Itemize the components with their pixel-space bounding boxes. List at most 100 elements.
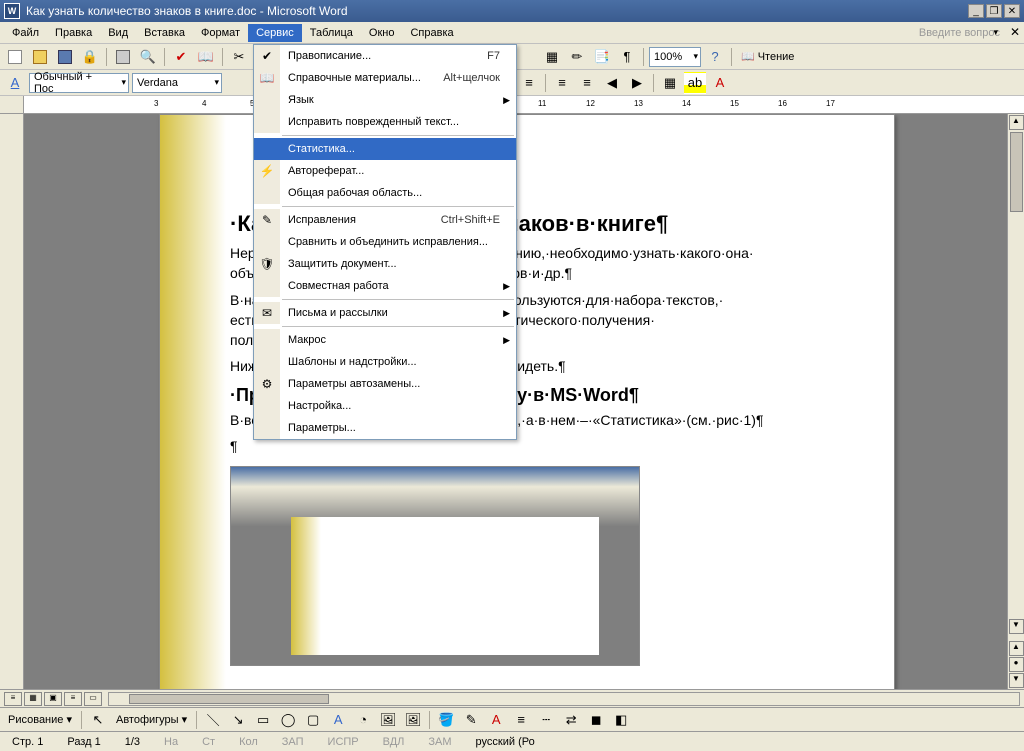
menu-item-параметры[interactable]: Параметры... xyxy=(254,417,516,439)
status-language[interactable]: русский (Ро xyxy=(470,736,541,748)
3d-button[interactable]: ◧ xyxy=(610,709,632,731)
menu-item-общая-рабочая-область[interactable]: Общая рабочая область... xyxy=(254,182,516,204)
status-mode-ovr[interactable]: ЗАМ xyxy=(422,736,457,748)
menu-help[interactable]: Справка xyxy=(402,24,461,42)
dash-style-button[interactable]: ┄ xyxy=(535,709,557,731)
research-button[interactable]: 📖 xyxy=(195,46,217,68)
increase-indent-button[interactable]: ▶ xyxy=(626,72,648,94)
drawing-toggle-button[interactable]: ✏ xyxy=(566,46,588,68)
scroll-down-button[interactable]: ▼ xyxy=(1009,619,1024,634)
reading-view-button[interactable]: ▭ xyxy=(84,692,102,706)
borders-button[interactable]: ▦ xyxy=(659,72,681,94)
status-mode-trk[interactable]: ИСПР xyxy=(322,736,365,748)
status-mode-ext[interactable]: ВДЛ xyxy=(377,736,411,748)
clipart-button[interactable]: 🖼 xyxy=(377,709,399,731)
bullets-button[interactable]: ≡ xyxy=(576,72,598,94)
scroll-up-button[interactable]: ▲ xyxy=(1009,115,1024,130)
line-color-button[interactable]: ✎ xyxy=(460,709,482,731)
maximize-button[interactable]: ❐ xyxy=(986,4,1002,18)
menu-item-сравнить-и-объединить-исправления[interactable]: Сравнить и объединить исправления... xyxy=(254,231,516,253)
styles-pane-button[interactable]: A xyxy=(4,72,26,94)
picture-button[interactable]: 🖼 xyxy=(402,709,424,731)
new-doc-button[interactable] xyxy=(4,46,26,68)
select-objects-button[interactable]: ↖ xyxy=(87,709,109,731)
help-search-box[interactable]: Введите вопрос xyxy=(919,27,1020,39)
decrease-indent-button[interactable]: ◀ xyxy=(601,72,623,94)
scroll-thumb[interactable] xyxy=(1010,132,1023,212)
menu-item-совместная-работа[interactable]: Совместная работа▶ xyxy=(254,275,516,297)
menu-item-справочные-материалы[interactable]: 📖Справочные материалы...Alt+щелчок xyxy=(254,67,516,89)
save-button[interactable] xyxy=(54,46,76,68)
print-button[interactable] xyxy=(112,46,134,68)
wordart-button[interactable]: A xyxy=(327,709,349,731)
menu-window[interactable]: Окно xyxy=(361,24,403,42)
normal-view-button[interactable]: ≡ xyxy=(4,692,22,706)
menu-item-параметры-автозамены[interactable]: ⚙Параметры автозамены... xyxy=(254,373,516,395)
close-button[interactable]: ✕ xyxy=(1004,4,1020,18)
diagram-button[interactable]: ◔ xyxy=(352,709,374,731)
autoshapes-menu[interactable]: Автофигуры ▾ xyxy=(112,713,191,726)
menu-item-шаблоны-и-надстройки[interactable]: Шаблоны и надстройки... xyxy=(254,351,516,373)
style-combo[interactable]: Обычный + Пос xyxy=(29,73,129,93)
status-mode-rec[interactable]: ЗАП xyxy=(276,736,310,748)
horizontal-scrollbar[interactable] xyxy=(108,692,1020,706)
rectangle-button[interactable]: ▭ xyxy=(252,709,274,731)
line-spacing-button[interactable]: ≡ xyxy=(518,72,540,94)
menu-item-защитить-документ[interactable]: 🛡Защитить документ... xyxy=(254,253,516,275)
line-button[interactable]: ＼ xyxy=(202,709,224,731)
font-combo[interactable]: Verdana xyxy=(132,73,222,93)
zoom-combo[interactable]: 100% xyxy=(649,47,701,67)
help-button[interactable]: ? xyxy=(704,46,726,68)
font-color-draw-button[interactable]: A xyxy=(485,709,507,731)
menu-item-письма-и-рассылки[interactable]: ✉Письма и рассылки▶ xyxy=(254,302,516,324)
menu-table[interactable]: Таблица xyxy=(302,24,361,42)
prev-page-button[interactable]: ▲ xyxy=(1009,641,1024,656)
oval-button[interactable]: ◯ xyxy=(277,709,299,731)
reading-mode-button[interactable]: 📖 Чтение xyxy=(737,50,798,63)
menu-insert[interactable]: Вставка xyxy=(136,24,193,42)
font-color-button[interactable]: A xyxy=(709,72,731,94)
menu-item-язык[interactable]: Язык▶ xyxy=(254,89,516,111)
minimize-button[interactable]: _ xyxy=(968,4,984,18)
outline-view-button[interactable]: ≡ xyxy=(64,692,82,706)
next-page-button[interactable]: ▼ xyxy=(1009,673,1024,688)
show-marks-button[interactable]: ¶ xyxy=(616,46,638,68)
print-preview-button[interactable]: 🔍 xyxy=(137,46,159,68)
menu-file[interactable]: Файл xyxy=(4,24,47,42)
highlight-button[interactable]: ab xyxy=(684,72,706,94)
arrow-button[interactable]: ↘ xyxy=(227,709,249,731)
document-scroll[interactable]: ·Как·узнать·количество·знаков·в·книге¶ Н… xyxy=(24,114,1024,689)
close-document-button[interactable]: ✕ xyxy=(1010,25,1020,39)
document-map-button[interactable]: 📑 xyxy=(591,46,613,68)
columns-button[interactable]: ▦ xyxy=(541,46,563,68)
menu-item-настройка[interactable]: Настройка... xyxy=(254,395,516,417)
vertical-ruler[interactable] xyxy=(0,114,24,689)
drawing-menu[interactable]: Рисование ▾ xyxy=(4,713,76,726)
menu-item-исправить-поврежденный-текст[interactable]: Исправить поврежденный текст... xyxy=(254,111,516,133)
menu-edit[interactable]: Правка xyxy=(47,24,100,42)
hscroll-thumb[interactable] xyxy=(129,694,329,704)
embedded-screenshot-image[interactable] xyxy=(230,466,640,666)
help-dropdown-icon[interactable]: ▾ xyxy=(993,27,998,38)
vertical-scrollbar[interactable]: ▲ ▼ ▲ ● ▼ xyxy=(1007,114,1024,689)
line-style-button[interactable]: ≡ xyxy=(510,709,532,731)
print-view-button[interactable]: ▣ xyxy=(44,692,62,706)
menu-item-макрос[interactable]: Макрос▶ xyxy=(254,329,516,351)
open-button[interactable] xyxy=(29,46,51,68)
menu-format[interactable]: Формат xyxy=(193,24,248,42)
fill-color-button[interactable]: 🪣 xyxy=(435,709,457,731)
permission-button[interactable]: 🔒 xyxy=(79,46,101,68)
menu-item-статистика[interactable]: Статистика... xyxy=(254,138,516,160)
menu-item-исправления[interactable]: ✎ИсправленияCtrl+Shift+E xyxy=(254,209,516,231)
browse-object-button[interactable]: ● xyxy=(1009,657,1024,672)
arrow-style-button[interactable]: ⇄ xyxy=(560,709,582,731)
cut-button[interactable]: ✂ xyxy=(228,46,250,68)
shadow-button[interactable]: ◼ xyxy=(585,709,607,731)
textbox-button[interactable]: ▢ xyxy=(302,709,324,731)
web-view-button[interactable]: ▦ xyxy=(24,692,42,706)
menu-tools[interactable]: Сервис xyxy=(248,24,302,42)
menu-item-автореферат[interactable]: ⚡Автореферат... xyxy=(254,160,516,182)
menu-item-правописание[interactable]: ✔Правописание...F7 xyxy=(254,45,516,67)
spellcheck-button[interactable]: ✔ xyxy=(170,46,192,68)
menu-view[interactable]: Вид xyxy=(100,24,136,42)
